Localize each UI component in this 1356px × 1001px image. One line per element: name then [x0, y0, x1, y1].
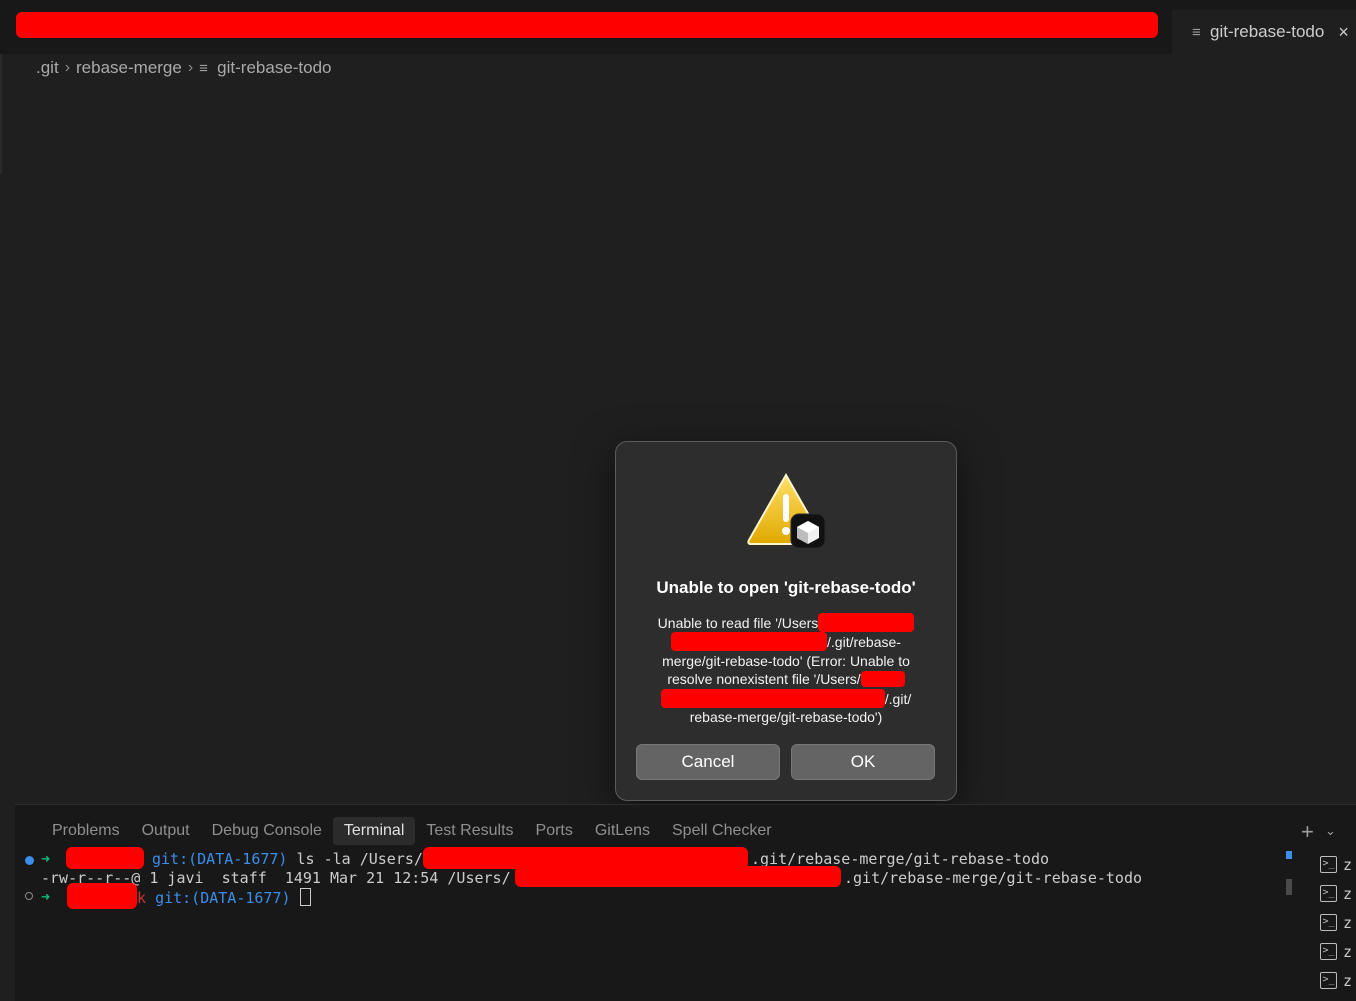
dialog-message: Unable to read file '/Users /.git/rebase… [638, 613, 934, 726]
tab-ports[interactable]: Ports [525, 817, 584, 845]
file-lines-icon: ≡ [1192, 23, 1201, 41]
terminal-list-item[interactable]: z [1343, 856, 1352, 874]
chevron-right-icon: › [187, 59, 194, 76]
terminal-line-2-tail: .git/rebase-merge/git-rebase-todo [844, 869, 1143, 887]
breadcrumb-item-rebase-merge[interactable]: rebase-merge [76, 58, 182, 78]
scrollbar-thumb[interactable] [1286, 879, 1292, 895]
tab-output[interactable]: Output [131, 817, 201, 845]
terminal-list-item[interactable]: z [1343, 972, 1352, 990]
terminal-list-item[interactable]: z [1343, 943, 1352, 961]
terminal-icon[interactable]: >_ [1320, 856, 1337, 873]
terminal-icon[interactable]: >_ [1320, 885, 1337, 902]
bottom-panel: Problems Output Debug Console Terminal T… [15, 804, 1356, 1001]
prompt-arrow: ➜ [41, 850, 51, 868]
terminal-list-item[interactable]: z [1343, 885, 1352, 903]
prompt-arrow: ➜ [41, 888, 51, 906]
panel-tabs: Problems Output Debug Console Terminal T… [41, 817, 783, 845]
terminal-icon[interactable]: >_ [1320, 914, 1337, 931]
terminal-line-1: git:(DATA-1677) ls -la /Users/ [152, 850, 423, 868]
redacted-dir [67, 883, 137, 909]
file-lines-icon: ≡ [199, 59, 208, 77]
terminal-icon[interactable]: >_ [1320, 972, 1337, 989]
tab-test-results[interactable]: Test Results [415, 817, 524, 845]
warning-triangle-icon [747, 472, 826, 549]
terminal-list-item[interactable]: z [1343, 914, 1352, 932]
error-dialog: Unable to open 'git-rebase-todo' Unable … [615, 441, 957, 801]
tab-spell-checker[interactable]: Spell Checker [661, 817, 783, 845]
breadcrumb-item-git[interactable]: .git [36, 58, 59, 78]
tab-terminal[interactable]: Terminal [332, 817, 416, 845]
tab-label: git-rebase-todo [1210, 22, 1325, 41]
tab-gitlens[interactable]: GitLens [584, 817, 661, 845]
terminal-cursor [299, 888, 311, 906]
chevron-right-icon: › [64, 59, 71, 76]
tab-problems[interactable]: Problems [41, 817, 131, 845]
breadcrumb-item-file[interactable]: git-rebase-todo [217, 58, 331, 78]
redacted-path [515, 866, 841, 887]
redacted-dir [66, 847, 144, 869]
prompt-dot [25, 892, 33, 900]
ok-button[interactable]: OK [791, 744, 935, 780]
breadcrumb: .git › rebase-merge › ≡ git-rebase-todo [36, 57, 332, 79]
tab-debug-console[interactable]: Debug Console [201, 817, 333, 845]
terminal-line-3: k git:(DATA-1677) [137, 888, 311, 907]
terminal-icon[interactable]: >_ [1320, 943, 1337, 960]
scroll-marker [1286, 851, 1292, 859]
plus-icon[interactable]: + [1301, 819, 1314, 845]
redacted-tabs [16, 12, 1158, 38]
close-icon[interactable]: × [1338, 22, 1349, 43]
tab-git-rebase-todo[interactable]: ≡ git-rebase-todo × [1172, 10, 1356, 54]
chevron-down-icon[interactable]: ⌄ [1325, 823, 1336, 839]
command-success-dot[interactable] [25, 856, 34, 865]
cancel-button[interactable]: Cancel [636, 744, 780, 780]
dialog-title: Unable to open 'git-rebase-todo' [656, 578, 916, 597]
editor-edge [0, 54, 2, 174]
